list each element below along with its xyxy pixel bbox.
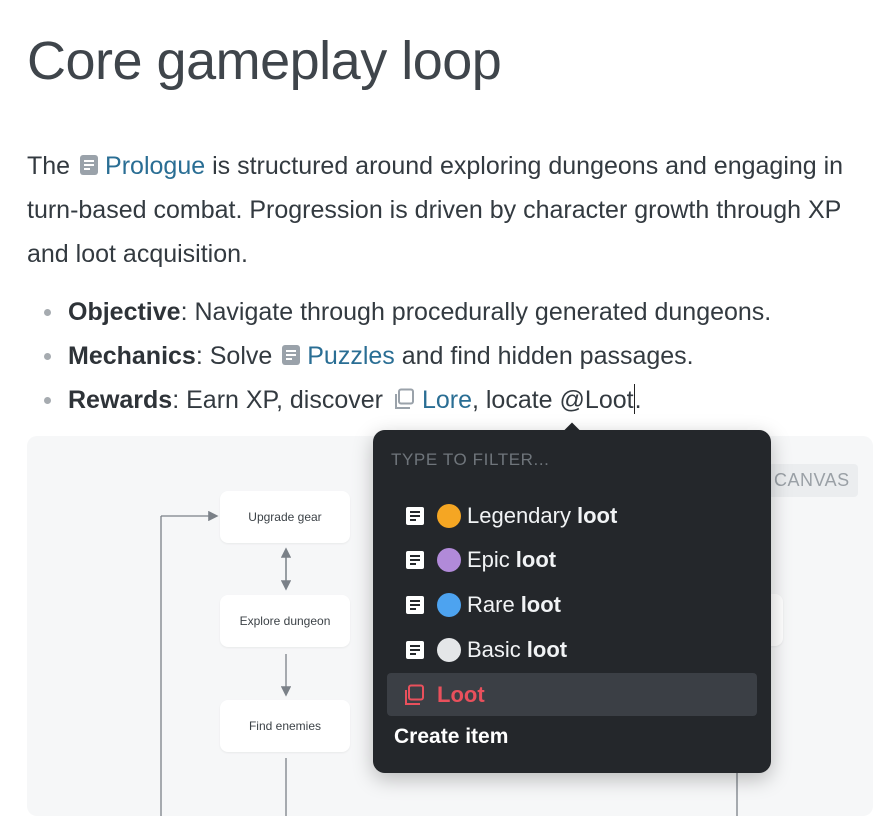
list-item: Rewards: Earn XP, discover Lore, locate … [44, 378, 771, 422]
item-suffix: loot [526, 636, 568, 662]
list-item: Mechanics: Solve Puzzles and find hidden… [44, 334, 771, 378]
flow-node-explore-dungeon[interactable]: Explore dungeon [220, 595, 350, 647]
popup-item-legendary-loot[interactable]: Legendary loot [387, 494, 757, 537]
legendary-color-dot [437, 503, 461, 528]
prologue-link[interactable]: Prologue [105, 152, 205, 180]
bullet-text[interactable]: , locate @Loot [472, 386, 634, 414]
document-icon [406, 595, 424, 614]
bullet-text: : Earn XP, discover [172, 386, 383, 414]
document-icon [406, 640, 424, 659]
page-title: Core gameplay loop [27, 31, 502, 91]
intro-paragraph: The Prologue is structured around explor… [27, 144, 877, 276]
popup-item-epic-loot[interactable]: Epic loot [387, 538, 757, 581]
bullet-label: Objective [68, 298, 181, 326]
item-name: Rare [467, 591, 515, 617]
intro-text-start: The [27, 152, 71, 180]
popup-item-rare-loot[interactable]: Rare loot [387, 583, 757, 626]
item-name: Epic [467, 546, 510, 572]
bullet-list: Objective: Navigate through procedurally… [44, 290, 771, 422]
popup-item-basic-loot[interactable]: Basic loot [387, 628, 757, 671]
item-suffix: loot [576, 502, 618, 528]
list-item: Objective: Navigate through procedurally… [44, 290, 771, 334]
bullet-text: . [634, 386, 642, 414]
document-icon [406, 506, 424, 525]
rare-color-dot [437, 592, 461, 617]
bullet-text: : Solve [195, 342, 273, 370]
bullet-label: Mechanics [68, 342, 196, 370]
create-item-button[interactable]: Create item [394, 725, 508, 749]
basic-color-dot [437, 637, 461, 662]
item-suffix: loot [520, 591, 562, 617]
puzzles-link[interactable]: Puzzles [307, 342, 395, 370]
epic-color-dot [437, 547, 461, 572]
canvas-badge: CANVAS [768, 464, 858, 497]
item-name: Loot [437, 681, 485, 707]
mention-popup: TYPE TO FILTER... Legendary loot Epic loot… [373, 430, 771, 773]
document-icon [80, 155, 99, 175]
bullet-text: : Navigate through procedurally generate… [180, 298, 772, 326]
document-icon [282, 345, 301, 365]
bullet-label: Rewards [68, 386, 173, 414]
lore-link[interactable]: Lore [422, 386, 472, 414]
item-name: Basic [467, 636, 521, 662]
bullet-text: and find hidden passages. [401, 342, 694, 370]
filter-input[interactable]: TYPE TO FILTER... [391, 450, 550, 470]
collection-icon [394, 388, 414, 409]
popup-item-loot-selected[interactable]: Loot [387, 673, 757, 716]
flow-node-find-enemies[interactable]: Find enemies [220, 700, 350, 752]
item-suffix: loot [515, 546, 557, 572]
document-icon [406, 550, 424, 569]
collection-icon [405, 684, 424, 705]
flow-node-upgrade-gear[interactable]: Upgrade gear [220, 491, 350, 543]
item-name: Legendary [467, 502, 571, 528]
